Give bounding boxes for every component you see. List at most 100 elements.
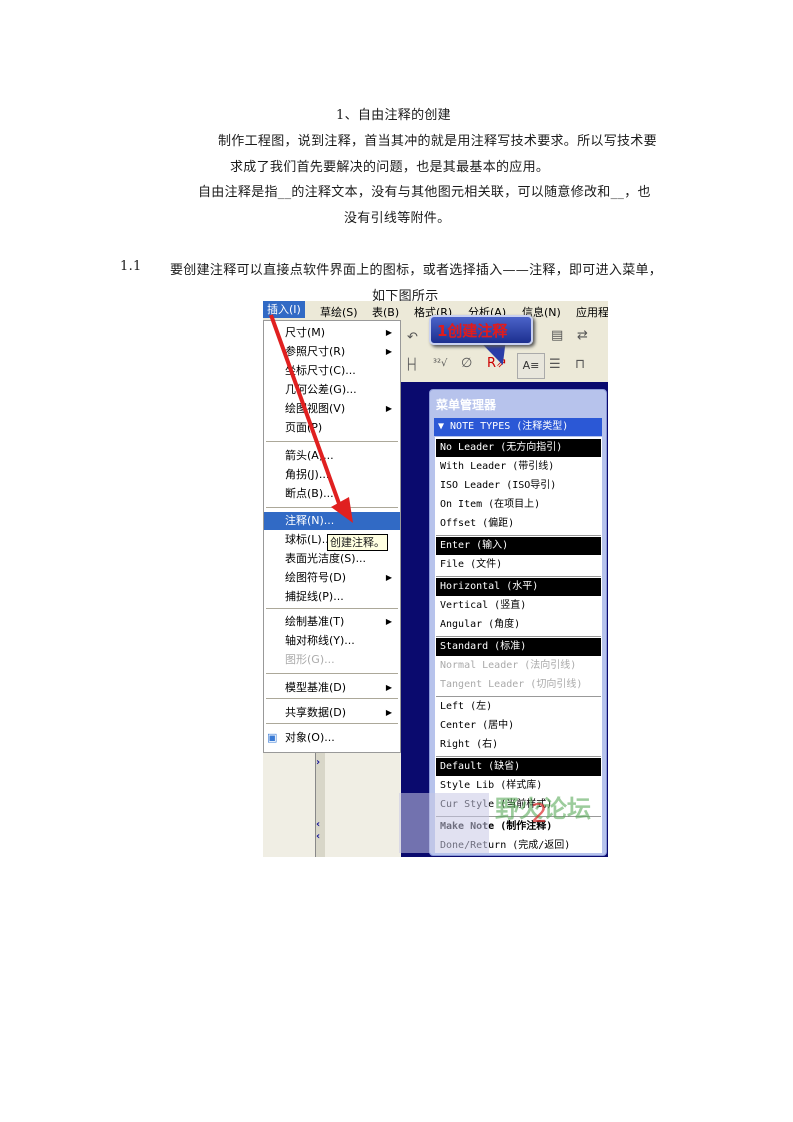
chevron-right-icon[interactable]: › bbox=[316, 757, 320, 768]
insert-menu-item[interactable]: 绘图符号(D) ▶ bbox=[264, 569, 400, 587]
menu-manager-item[interactable]: Offset (偏距) bbox=[436, 515, 601, 533]
menu-manager-panel: 菜单管理器 ▼ NOTE TYPES (注释类型) No Leader (无方向… bbox=[429, 389, 607, 856]
paste-icon[interactable]: ▤ bbox=[551, 328, 563, 343]
menu-item-label: 几何公差(G)... bbox=[285, 383, 357, 396]
surface-finish-icon[interactable]: ³²√ bbox=[433, 358, 447, 369]
menu-manager-item[interactable]: File (文件) bbox=[436, 556, 601, 574]
undo-icon[interactable]: ↶ bbox=[407, 330, 418, 345]
menu-item-label: 坐标尺寸(C)... bbox=[285, 364, 356, 377]
menu-manager-item[interactable]: ISO Leader (ISO导引) bbox=[436, 477, 601, 495]
menu-item-label: 页面(P) bbox=[285, 421, 323, 434]
menu-manager-separator bbox=[436, 756, 601, 757]
menu-item-label: 图形(G)... bbox=[285, 653, 335, 666]
menu-separator bbox=[266, 608, 398, 610]
menu-item-label: 注释(N)... bbox=[285, 514, 335, 527]
insert-menu-item[interactable]: 页面(P) bbox=[264, 419, 400, 437]
insert-menu-item[interactable]: 角拐(J)... bbox=[264, 466, 400, 484]
paragraph-line: 制作工程图，说到注释，首当其冲的就是用注释写技术要求。所以写技术要 bbox=[218, 134, 657, 149]
menu-applications[interactable]: 应用程 bbox=[573, 303, 608, 321]
menu-manager-item[interactable]: No Leader (无方向指引) bbox=[436, 439, 601, 457]
insert-menu-item[interactable]: 捕捉线(P)... bbox=[264, 588, 400, 606]
insert-menu-item[interactable]: 坐标尺寸(C)... bbox=[264, 362, 400, 380]
insert-menu-item[interactable]: 对象(O)... ▣ bbox=[264, 729, 400, 747]
menu-manager-item[interactable]: Enter (输入) bbox=[436, 537, 601, 555]
watermark-logo bbox=[399, 793, 489, 853]
menu-manager-item[interactable]: Horizontal (水平) bbox=[436, 578, 601, 596]
insert-menu-item[interactable]: 尺寸(M) ▶ bbox=[264, 324, 400, 342]
submenu-arrow-icon: ▶ bbox=[385, 347, 392, 356]
menu-separator bbox=[266, 441, 398, 443]
menu-item-label: 球标(L)... bbox=[285, 533, 333, 546]
menu-item-label: 箭头(A)... bbox=[285, 449, 334, 462]
submenu-arrow-icon: ▶ bbox=[385, 617, 392, 626]
menu-item-label: 参照尺寸(R) bbox=[285, 345, 346, 358]
note-types-header[interactable]: ▼ NOTE TYPES (注释类型) bbox=[434, 418, 602, 436]
chevron-left-icon[interactable]: ‹ bbox=[316, 831, 320, 842]
menu-item-label: 绘制基准(T) bbox=[285, 615, 345, 628]
chevron-left-icon[interactable]: ‹ bbox=[316, 819, 320, 830]
panel-background bbox=[325, 741, 401, 857]
subsection-number: 1.1 bbox=[120, 259, 142, 274]
menu-item-label: 绘图符号(D) bbox=[285, 571, 347, 584]
software-screenshot-figure: 插入(I) 草绘(S) 表(B) 格式(R) 分析(A) 信息(N) 应用程 ↶… bbox=[263, 301, 608, 857]
menu-sketch[interactable]: 草绘(S) bbox=[317, 303, 361, 321]
insert-menu-item[interactable]: 几何公差(G)... bbox=[264, 381, 400, 399]
menu-manager-item[interactable]: Left (左) bbox=[436, 698, 601, 716]
menu-manager-item[interactable]: Angular (角度) bbox=[436, 616, 601, 634]
insert-menu-item[interactable]: 注释(N)... bbox=[264, 512, 400, 530]
menu-separator bbox=[266, 507, 398, 509]
section-heading: 1、自由注释的创建 bbox=[336, 108, 451, 123]
table-icon[interactable]: ☰ bbox=[549, 357, 561, 372]
menu-manager-item[interactable]: Right (右) bbox=[436, 736, 601, 754]
insert-menu-item[interactable]: 模型基准(D) ▶ bbox=[264, 679, 400, 697]
menu-manager-item: Tangent Leader (切向引线) bbox=[440, 679, 583, 690]
paragraph-line: 求成了我们首先要解决的问题，也是其最基本的应用。 bbox=[230, 160, 550, 175]
regenerate-icon[interactable]: ⇄ bbox=[577, 328, 588, 343]
menu-item-label: 对象(O)... bbox=[285, 731, 335, 744]
submenu-arrow-icon: ▶ bbox=[385, 573, 392, 582]
menu-manager-item: Normal Leader (法向引线) bbox=[440, 660, 577, 671]
menu-table[interactable]: 表(B) bbox=[369, 303, 402, 321]
insert-menu-item[interactable]: 轴对称线(Y)... bbox=[264, 632, 400, 650]
menu-manager-item[interactable]: Standard (标准) bbox=[436, 638, 601, 656]
menu-manager-item[interactable]: Center (居中) bbox=[436, 717, 601, 735]
menu-item-label: 角拐(J)... bbox=[285, 468, 330, 481]
menu-insert[interactable]: 插入(I) bbox=[263, 301, 305, 318]
submenu-arrow-icon: ▶ bbox=[385, 708, 392, 717]
menu-manager-separator bbox=[436, 696, 601, 697]
menu-manager-item[interactable]: Vertical (竖直) bbox=[436, 597, 601, 615]
insert-menu-item[interactable]: 绘制基准(T) ▶ bbox=[264, 613, 400, 631]
paragraph-line: 自由注释是指__的注释文本，没有与其他图元相关联，可以随意修改和__，也 bbox=[198, 185, 651, 200]
menu-item-label: 断点(B)... bbox=[285, 487, 334, 500]
insert-menu-item[interactable]: 绘图视图(V) ▶ bbox=[264, 400, 400, 418]
submenu-arrow-icon: ▶ bbox=[385, 683, 392, 692]
menu-item-label: 轴对称线(Y)... bbox=[285, 634, 355, 647]
diameter-icon[interactable]: ∅ bbox=[461, 356, 472, 371]
insert-menu-item[interactable]: 箭头(A)... bbox=[264, 447, 400, 465]
menu-item-label: 模型基准(D) bbox=[285, 681, 347, 694]
submenu-arrow-icon: ▶ bbox=[385, 404, 392, 413]
snap-line-icon[interactable]: ⊓ bbox=[575, 357, 585, 372]
submenu-arrow-icon: ▶ bbox=[385, 328, 392, 337]
menu-item-label: 尺寸(M) bbox=[285, 326, 326, 339]
insert-menu-item[interactable]: 断点(B)... bbox=[264, 485, 400, 503]
paragraph-line: 没有引线等附件。 bbox=[344, 211, 451, 226]
insert-menu-item[interactable]: 共享数据(D) ▶ bbox=[264, 704, 400, 722]
dimension-icon[interactable]: ├┤ bbox=[405, 358, 418, 371]
menu-manager-item[interactable]: Default (缺省) bbox=[436, 758, 601, 776]
object-icon: ▣ bbox=[267, 731, 278, 744]
callout-step-1: 1创建注释 bbox=[429, 315, 533, 345]
callout-step-2: 2 bbox=[531, 799, 548, 829]
menu-manager-item[interactable]: With Leader (带引线) bbox=[436, 458, 601, 476]
insert-menu-item[interactable]: 参照尺寸(R) ▶ bbox=[264, 343, 400, 361]
menu-separator bbox=[266, 723, 398, 725]
create-note-button[interactable]: A≡ bbox=[517, 353, 545, 379]
menu-separator bbox=[266, 673, 398, 675]
insert-menu-item[interactable]: 表面光洁度(S)... bbox=[264, 550, 400, 568]
menu-manager-separator bbox=[436, 576, 601, 577]
menu-manager-separator bbox=[436, 636, 601, 637]
insert-menu-item[interactable]: 图形(G)... bbox=[264, 651, 400, 669]
menu-item-label: 捕捉线(P)... bbox=[285, 590, 344, 603]
menu-manager-item[interactable]: On Item (在项目上) bbox=[436, 496, 601, 514]
menu-separator bbox=[266, 698, 398, 700]
